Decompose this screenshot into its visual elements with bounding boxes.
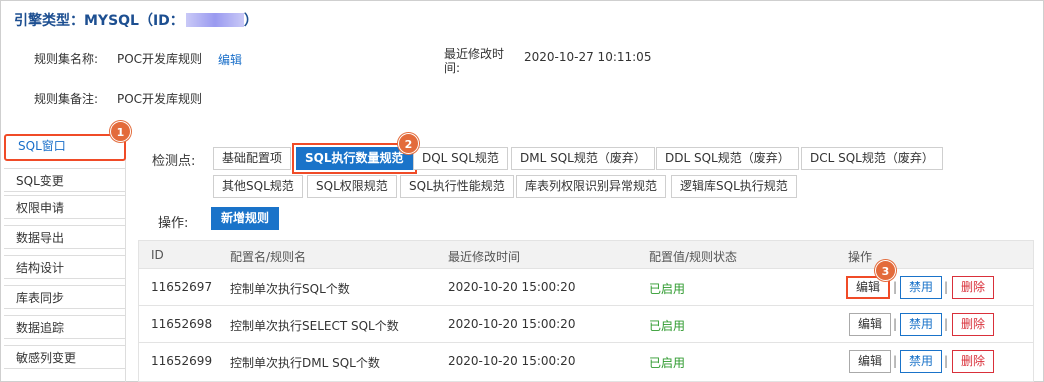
- checkpoints-label: 检测点:: [152, 154, 196, 169]
- ruleset-remark-label: 规则集备注:: [34, 92, 99, 106]
- callout-badge-2: 2: [398, 133, 419, 154]
- disable-button[interactable]: 禁用: [900, 276, 943, 299]
- sidebar-item-sql-window[interactable]: SQL窗口: [4, 134, 126, 161]
- column-header-actions: 操作: [848, 250, 873, 264]
- callout-badge-1: 1: [110, 121, 131, 142]
- checkpoint-other-sql[interactable]: 其他SQL规范: [213, 175, 303, 198]
- rule-name: 控制单次执行SQL个数: [230, 282, 350, 296]
- action-separator: |: [944, 354, 949, 368]
- checkpoint-sql-permission[interactable]: SQL权限规范: [307, 175, 397, 198]
- checkpoint-table-column-permission[interactable]: 库表列权限识别异常规范: [516, 175, 667, 198]
- edit-button[interactable]: 编辑: [849, 313, 892, 336]
- sidebar-item-table-sync[interactable]: 库表同步: [4, 285, 126, 309]
- last-modified-label: 最近修改时 间:: [444, 47, 504, 75]
- last-modified-label-line1: 最近修改时: [444, 47, 505, 61]
- sidebar-item-permission-request[interactable]: 权限申请: [4, 195, 126, 219]
- rule-id: 11652699: [151, 354, 213, 368]
- page-title-suffix: ）: [243, 13, 258, 29]
- checkpoint-sql-exec-count[interactable]: SQL执行数量规范: [296, 147, 413, 170]
- rule-id: 11652698: [151, 317, 213, 331]
- delete-button[interactable]: 删除: [952, 350, 995, 373]
- rule-modified: 2020-10-20 15:00:20: [448, 354, 576, 368]
- checkpoint-dcl-sql[interactable]: DCL SQL规范（废弃）: [801, 147, 943, 170]
- checkpoint-sql-performance[interactable]: SQL执行性能规范: [400, 175, 514, 198]
- rule-status: 已启用: [649, 356, 686, 370]
- sidebar-item-schema-design[interactable]: 结构设计: [4, 255, 126, 279]
- rule-name: 控制单次执行SELECT SQL个数: [230, 319, 399, 333]
- rule-status: 已启用: [649, 319, 686, 333]
- table-header: ID 配置名/规则名 最近修改时间 配置值/规则状态 操作: [139, 241, 1033, 269]
- action-separator: |: [893, 280, 898, 294]
- callout-badge-3: 3: [875, 260, 896, 281]
- edit-button[interactable]: 编辑: [849, 350, 892, 373]
- sidebar-item-data-tracking[interactable]: 数据追踪: [4, 315, 126, 339]
- sidebar: SQL窗口 SQL变更 权限申请 数据导出 结构设计 库表同步 数据追踪 敏感列…: [4, 132, 126, 382]
- last-modified-value: 2020-10-27 10:11:05: [524, 50, 652, 64]
- disable-button[interactable]: 禁用: [900, 313, 943, 336]
- rule-modified: 2020-10-20 15:00:20: [448, 280, 576, 294]
- sidebar-item-sql-change[interactable]: SQL变更: [4, 168, 126, 192]
- rules-table: ID 配置名/规则名 最近修改时间 配置值/规则状态 操作 11652697 控…: [138, 240, 1034, 382]
- ruleset-remark-value: POC开发库规则: [117, 92, 203, 106]
- checkpoint-dml-sql[interactable]: DML SQL规范（废弃）: [511, 147, 655, 170]
- checkpoint-basic-config[interactable]: 基础配置项: [213, 147, 292, 170]
- column-header-id: ID: [151, 248, 164, 262]
- new-rule-button[interactable]: 新增规则: [211, 207, 280, 230]
- page-title: 引擎类型：MYSQL（ID： ）: [14, 10, 258, 30]
- actions-label: 操作:: [158, 216, 189, 231]
- action-separator: |: [944, 280, 949, 294]
- masked-id: [185, 13, 244, 27]
- sidebar-item-data-export[interactable]: 数据导出: [4, 225, 126, 249]
- delete-button[interactable]: 删除: [952, 276, 995, 299]
- action-separator: |: [893, 354, 898, 368]
- checkpoint-dql-sql[interactable]: DQL SQL规范: [413, 147, 508, 170]
- checkpoint-ddl-sql[interactable]: DDL SQL规范（废弃）: [656, 147, 799, 170]
- ruleset-name-value: POC开发库规则: [117, 52, 203, 66]
- action-separator: |: [893, 317, 898, 331]
- edit-ruleset-link[interactable]: 编辑: [218, 51, 242, 68]
- action-separator: |: [944, 317, 949, 331]
- table-row: 11652697 控制单次执行SQL个数 2020-10-20 15:00:20…: [139, 269, 1033, 306]
- table-row: 11652698 控制单次执行SELECT SQL个数 2020-10-20 1…: [139, 306, 1033, 343]
- last-modified-label-line2: 间:: [444, 61, 461, 75]
- table-row: 11652699 控制单次执行DML SQL个数 2020-10-20 15:0…: [139, 343, 1033, 380]
- checkpoint-logical-db-sql[interactable]: 逻辑库SQL执行规范: [671, 175, 797, 198]
- sidebar-item-sensitive-column-change[interactable]: 敏感列变更: [4, 345, 126, 369]
- column-header-status: 配置值/规则状态: [649, 250, 738, 264]
- ruleset-name-label: 规则集名称:: [34, 52, 99, 66]
- column-header-name: 配置名/规则名: [230, 250, 307, 264]
- delete-button[interactable]: 删除: [952, 313, 995, 336]
- page-title-text: 引擎类型：MYSQL（ID：: [14, 13, 184, 29]
- disable-button[interactable]: 禁用: [900, 350, 943, 373]
- column-header-modified: 最近修改时间: [448, 250, 521, 264]
- rule-modified: 2020-10-20 15:00:20: [448, 317, 576, 331]
- rule-id: 11652697: [151, 280, 213, 294]
- rule-status: 已启用: [649, 282, 686, 296]
- rule-name: 控制单次执行DML SQL个数: [230, 356, 380, 370]
